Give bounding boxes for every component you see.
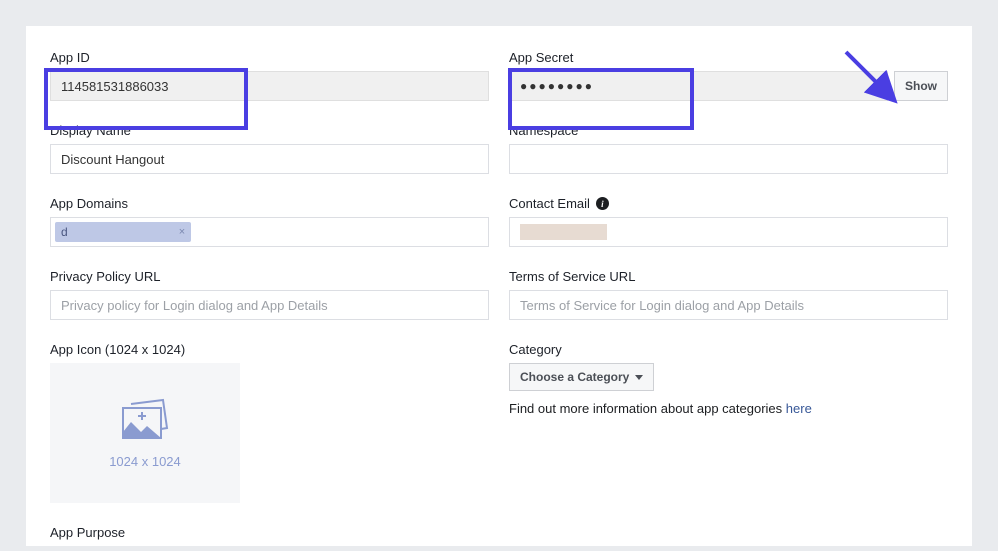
category-dropdown-label: Choose a Category: [520, 370, 629, 384]
contact-email-input[interactable]: [509, 217, 948, 247]
app-domains-input[interactable]: d ×: [50, 217, 489, 247]
category-info-link[interactable]: here: [786, 401, 812, 416]
tos-url-label: Terms of Service URL: [509, 269, 948, 284]
namespace-input[interactable]: [509, 144, 948, 174]
category-dropdown[interactable]: Choose a Category: [509, 363, 654, 391]
domain-chip[interactable]: d ×: [55, 222, 191, 242]
photos-plus-icon: [117, 398, 173, 444]
app-icon-label: App Icon (1024 x 1024): [50, 342, 489, 357]
show-secret-button[interactable]: Show: [894, 71, 948, 101]
privacy-url-label: Privacy Policy URL: [50, 269, 489, 284]
tos-url-input[interactable]: [509, 290, 948, 320]
domain-chip-text: d: [61, 225, 68, 239]
display-name-input[interactable]: [50, 144, 489, 174]
privacy-url-input[interactable]: [50, 290, 489, 320]
app-secret-label: App Secret: [509, 50, 948, 65]
app-purpose-label: App Purpose: [50, 525, 489, 540]
display-name-label: Display Name: [50, 123, 489, 138]
app-icon-caption: 1024 x 1024: [109, 454, 181, 469]
category-info-text: Find out more information about app cate…: [509, 401, 948, 416]
caret-down-icon: [635, 375, 643, 380]
contact-email-label: Contact Email i: [509, 196, 948, 211]
app-secret-value: ●●●●●●●●: [509, 71, 888, 101]
contact-email-info-icon[interactable]: i: [596, 197, 609, 210]
app-id-value: 114581531886033: [50, 71, 489, 101]
contact-email-redacted: [520, 224, 665, 240]
app-id-label: App ID: [50, 50, 489, 65]
category-label: Category: [509, 342, 948, 357]
namespace-label: Namespace: [509, 123, 948, 138]
app-icon-uploader[interactable]: 1024 x 1024: [50, 363, 240, 503]
app-domains-label: App Domains: [50, 196, 489, 211]
domain-chip-remove-icon[interactable]: ×: [179, 226, 185, 238]
